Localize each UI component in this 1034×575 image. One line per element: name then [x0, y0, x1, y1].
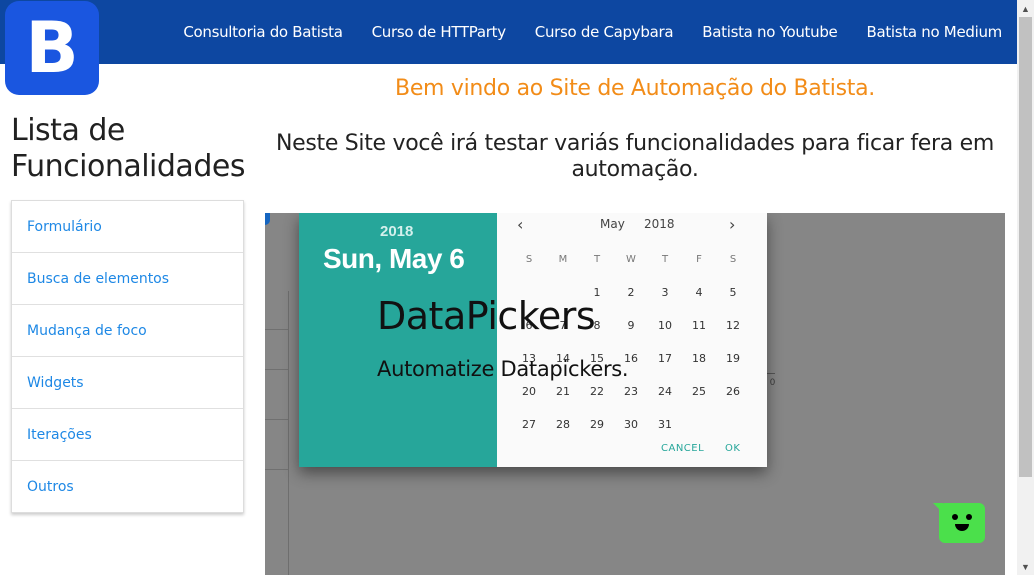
- datepicker-selected-date: Sun, May 6: [323, 243, 465, 274]
- nav-link-capybara[interactable]: Curso de Capybara: [535, 23, 674, 41]
- datepicker-cal-year: 2018: [644, 217, 675, 231]
- sidebar-item-mudanca-de-foco[interactable]: Mudança de foco: [12, 305, 243, 357]
- hero-title: DataPickers: [377, 294, 596, 338]
- calendar-day: 24: [658, 385, 672, 398]
- chat-mouth: [955, 524, 969, 531]
- sidebar-menu: Formulário Busca de elementos Mudança de…: [11, 200, 244, 513]
- sidebar-item-formulario[interactable]: Formulário: [12, 201, 243, 253]
- calendar-day: 4: [695, 286, 703, 299]
- chevron-right-icon: ›: [729, 215, 736, 234]
- sidebar-item-widgets[interactable]: Widgets: [12, 357, 243, 409]
- datepicker-month: May: [600, 217, 625, 231]
- datepicker-cancel-label: CANCEL: [661, 443, 705, 454]
- chat-bot-icon[interactable]: [933, 503, 987, 543]
- chat-eye-left: [952, 514, 958, 520]
- navbar: Consultoria do Batista Curso de HTTParty…: [0, 0, 1017, 64]
- nav-link-consultoria[interactable]: Consultoria do Batista: [183, 23, 343, 41]
- scroll-up-arrow-icon[interactable]: ▲: [1017, 0, 1034, 17]
- background-table-line: [265, 329, 288, 330]
- datepicker-header: 2018 Sun, May 6: [299, 213, 497, 467]
- calendar-day: 28: [556, 418, 570, 431]
- datepicker-grid: S M T W T F S 1 2 3 4 5 6 7 8 9 10 11 12…: [512, 243, 752, 441]
- calendar-day: 27: [522, 418, 536, 431]
- background-table-line: [265, 469, 288, 470]
- calendar-day: 26: [726, 385, 740, 398]
- calendar-day: 3: [661, 286, 669, 299]
- calendar-day: 11: [692, 319, 706, 332]
- background-table-line: [265, 419, 288, 420]
- calendar-day: 29: [590, 418, 604, 431]
- sidebar-title-line2: Funcionalidades: [11, 149, 245, 184]
- nav-links: Consultoria do Batista Curso de HTTParty…: [154, 0, 1002, 64]
- datepicker-year: 2018: [380, 223, 414, 240]
- background-table-column: [265, 291, 289, 575]
- chat-bubble: [939, 503, 985, 543]
- nav-link-youtube[interactable]: Batista no Youtube: [702, 23, 838, 41]
- logo[interactable]: B: [5, 1, 99, 95]
- scroll-down-arrow-icon[interactable]: ▼: [1017, 558, 1034, 575]
- calendar-day: 5: [729, 286, 737, 299]
- calendar-day: 19: [726, 352, 740, 365]
- hero-subtitle: Automatize Datapickers.: [377, 357, 629, 381]
- sidebar-item-busca-de-elementos[interactable]: Busca de elementos: [12, 253, 243, 305]
- weekday-label: W: [626, 254, 636, 265]
- calendar-day: 25: [692, 385, 706, 398]
- calendar-day: 18: [692, 352, 706, 365]
- weekday-label: S: [729, 254, 737, 265]
- calendar-day: 12: [726, 319, 740, 332]
- chevron-left-icon: ‹: [517, 215, 524, 234]
- datepicker-image: 2018 Sun, May 6 ‹ May 2018 › S M T W T F…: [299, 213, 767, 467]
- intro-text: Neste Site você irá testar variás funcio…: [275, 131, 995, 182]
- calendar-day: 17: [658, 352, 672, 365]
- sidebar-title-line1: Lista de: [11, 113, 125, 148]
- calendar-day: 10: [658, 319, 672, 332]
- nav-link-httparty[interactable]: Curso de HTTParty: [372, 23, 506, 41]
- weekday-label: F: [696, 254, 702, 265]
- weekday-label: T: [661, 254, 669, 265]
- calendar-day: 30: [624, 418, 638, 431]
- weekday-label: T: [593, 254, 601, 265]
- page-scrollbar[interactable]: ▲ ▼: [1017, 0, 1034, 575]
- welcome-text: Bem vindo ao Site de Automação do Batist…: [395, 76, 875, 101]
- background-table-line: [265, 369, 288, 370]
- nav-link-medium[interactable]: Batista no Medium: [866, 23, 1002, 41]
- weekday-label: M: [558, 254, 568, 265]
- calendar-day: 2: [627, 286, 635, 299]
- weekday-label: S: [525, 254, 533, 265]
- sidebar-item-iteracoes[interactable]: Iterações: [12, 409, 243, 461]
- datepicker-calendar: ‹ May 2018 › S M T W T F S 1 2 3 4 5 6 7: [497, 213, 767, 467]
- calendar-day: 9: [627, 319, 635, 332]
- hero-banner: 0 2018 Sun, May 6 ‹ May 2018 › S M T W T…: [265, 213, 1005, 575]
- background-axis-label: 0: [770, 377, 776, 387]
- calendar-day: 31: [658, 418, 672, 431]
- datepicker-ok-label: OK: [725, 443, 741, 454]
- blue-dot-decoration: [265, 213, 270, 225]
- scroll-thumb[interactable]: [1019, 17, 1032, 477]
- sidebar-title: Lista de Funcionalidades: [11, 113, 245, 185]
- sidebar-item-outros[interactable]: Outros: [12, 461, 243, 512]
- chat-eye-right: [966, 514, 972, 520]
